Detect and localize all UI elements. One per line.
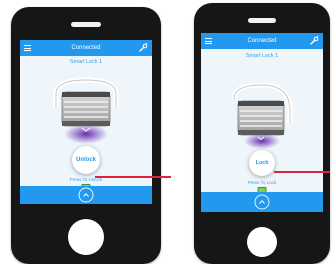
lock-name: Smart Lock 1 — [69, 59, 103, 65]
lock-name: Smart Lock 1 — [245, 53, 279, 59]
phone-speaker — [248, 18, 276, 23]
header-title: Connected — [71, 45, 101, 51]
phone-speaker — [71, 22, 101, 27]
app-header: Connected — [20, 40, 152, 56]
header-title: Connected — [247, 38, 277, 44]
home-button[interactable] — [68, 219, 104, 255]
app-header: Connected — [201, 33, 323, 49]
app-footer — [20, 186, 152, 204]
chevron-up-icon[interactable] — [254, 194, 270, 210]
app-screen-right: Connected Smart Lock 1 Lock Press To Loc… — [201, 33, 323, 212]
home-button[interactable] — [247, 227, 277, 257]
unlock-button[interactable]: Unlock — [72, 146, 100, 174]
app-footer — [201, 192, 323, 212]
chevron-up-icon[interactable] — [78, 187, 94, 203]
phone-left: Connected Smart Lock 1 Unlock Press To U… — [11, 7, 161, 264]
wrench-settings-icon[interactable] — [309, 36, 319, 46]
phone-right: Connected Smart Lock 1 Lock Press To Loc… — [194, 3, 330, 264]
lock-button[interactable]: Lock — [249, 150, 275, 176]
hint-text: Press To Lock — [247, 180, 277, 185]
hint-text: Press To Unlock — [69, 177, 103, 182]
app-screen-left: Connected Smart Lock 1 Unlock Press To U… — [20, 40, 152, 204]
padlock-illustration — [53, 77, 119, 144]
callout-line-left — [95, 176, 171, 178]
padlock-illustration — [231, 82, 293, 149]
callout-line-right — [274, 171, 330, 173]
wrench-settings-icon[interactable] — [138, 43, 148, 53]
